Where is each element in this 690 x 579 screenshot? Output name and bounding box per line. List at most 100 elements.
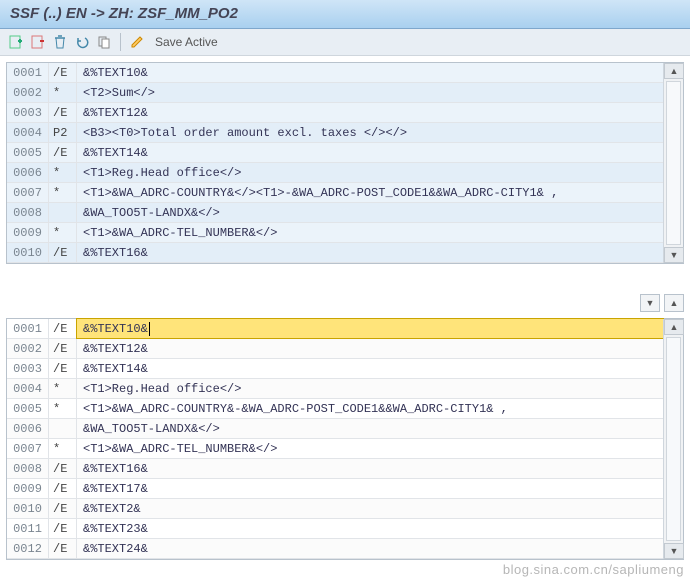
vertical-scrollbar[interactable]: ▲ ▼ [663, 63, 683, 263]
table-row[interactable]: 0008/E&%TEXT16& [7, 459, 663, 479]
scroll-up-icon[interactable]: ▲ [664, 63, 684, 79]
copy-icon[interactable] [96, 34, 112, 50]
table-row[interactable]: 0005*<T1>&WA_ADRC-COUNTRY&-&WA_ADRC-POST… [7, 399, 663, 419]
line-tag[interactable]: * [49, 379, 77, 398]
line-text[interactable]: <T1>&WA_ADRC-COUNTRY&</><T1>-&WA_ADRC-PO… [77, 183, 663, 202]
line-number: 0002 [7, 83, 49, 102]
line-tag[interactable]: * [49, 83, 77, 102]
line-number: 0003 [7, 359, 49, 378]
edit-icon[interactable] [129, 34, 145, 50]
line-tag[interactable]: /E [49, 359, 77, 378]
line-text[interactable]: &%TEXT14& [77, 143, 663, 162]
scroll-up-icon[interactable]: ▲ [664, 319, 684, 335]
line-text[interactable]: &WA_TOO5T-LANDX&</> [77, 203, 663, 222]
line-tag[interactable]: * [49, 399, 77, 418]
delete-icon[interactable] [52, 34, 68, 50]
line-number: 0002 [7, 339, 49, 358]
table-row[interactable]: 0010/E&%TEXT2& [7, 499, 663, 519]
table-row[interactable]: 0007*<T1>&WA_ADRC-TEL_NUMBER&</> [7, 439, 663, 459]
line-tag[interactable] [49, 419, 77, 438]
line-number: 0012 [7, 539, 49, 558]
line-text[interactable]: &%TEXT10& [77, 63, 663, 82]
table-row[interactable]: 0002*<T2>Sum</> [7, 83, 663, 103]
scroll-up-icon[interactable]: ▲ [664, 294, 684, 312]
line-text[interactable]: &%TEXT23& [77, 519, 663, 538]
line-text[interactable]: <B3><T0>Total order amount excl. taxes <… [77, 123, 663, 142]
line-text[interactable]: &%TEXT14& [77, 359, 663, 378]
line-number: 0009 [7, 223, 49, 242]
line-tag[interactable]: /E [49, 539, 77, 558]
line-tag[interactable]: /E [49, 243, 77, 262]
line-tag[interactable]: /E [49, 519, 77, 538]
line-tag[interactable]: /E [49, 143, 77, 162]
line-text[interactable]: &%TEXT10& [77, 319, 663, 338]
line-tag[interactable]: /E [49, 339, 77, 358]
line-tag[interactable]: * [49, 163, 77, 182]
scroll-down-icon[interactable]: ▼ [664, 247, 684, 263]
line-number: 0007 [7, 183, 49, 202]
table-row[interactable]: 0006*<T1>Reg.Head office</> [7, 163, 663, 183]
line-number: 0010 [7, 243, 49, 262]
table-row[interactable]: 0005/E&%TEXT14& [7, 143, 663, 163]
line-tag[interactable]: * [49, 223, 77, 242]
line-number: 0003 [7, 103, 49, 122]
toolbar: Save Active [0, 29, 690, 56]
line-text[interactable]: &%TEXT12& [77, 339, 663, 358]
undo-icon[interactable] [74, 34, 90, 50]
line-tag[interactable]: /E [49, 499, 77, 518]
line-text[interactable]: &%TEXT16& [77, 459, 663, 478]
scroll-down-icon[interactable]: ▼ [664, 543, 684, 559]
line-number: 0010 [7, 499, 49, 518]
line-text[interactable]: <T1>&WA_ADRC-COUNTRY&-&WA_ADRC-POST_CODE… [77, 399, 663, 418]
dropdown-icon[interactable]: ▼ [640, 294, 660, 312]
scroll-thumb[interactable] [666, 81, 681, 245]
line-number: 0004 [7, 123, 49, 142]
table-row[interactable]: 0009*<T1>&WA_ADRC-TEL_NUMBER&</> [7, 223, 663, 243]
add-icon[interactable] [8, 34, 24, 50]
line-text[interactable]: &%TEXT24& [77, 539, 663, 558]
table-row[interactable]: 0004P2<B3><T0>Total order amount excl. t… [7, 123, 663, 143]
line-tag[interactable]: * [49, 439, 77, 458]
table-row[interactable]: 0004*<T1>Reg.Head office</> [7, 379, 663, 399]
line-text[interactable]: &WA_TOO5T-LANDX&</> [77, 419, 663, 438]
line-tag[interactable]: /E [49, 319, 77, 338]
table-row[interactable]: 0001/E&%TEXT10& [7, 319, 663, 339]
scroll-thumb[interactable] [666, 337, 681, 541]
table-row[interactable]: 0010/E&%TEXT16& [7, 243, 663, 263]
line-number: 0009 [7, 479, 49, 498]
line-text[interactable]: <T1>Reg.Head office</> [77, 163, 663, 182]
line-text[interactable]: <T1>&WA_ADRC-TEL_NUMBER&</> [77, 223, 663, 242]
line-text[interactable]: &%TEXT16& [77, 243, 663, 262]
table-row[interactable]: 0012/E&%TEXT24& [7, 539, 663, 559]
subtract-icon[interactable] [30, 34, 46, 50]
line-text[interactable]: <T1>Reg.Head office</> [77, 379, 663, 398]
line-text[interactable]: <T1>&WA_ADRC-TEL_NUMBER&</> [77, 439, 663, 458]
line-tag[interactable]: P2 [49, 123, 77, 142]
line-number: 0011 [7, 519, 49, 538]
table-row[interactable]: 0008&WA_TOO5T-LANDX&</> [7, 203, 663, 223]
line-text[interactable]: &%TEXT12& [77, 103, 663, 122]
line-tag[interactable]: /E [49, 479, 77, 498]
line-number: 0008 [7, 203, 49, 222]
line-number: 0006 [7, 163, 49, 182]
table-row[interactable]: 0003/E&%TEXT14& [7, 359, 663, 379]
table-row[interactable]: 0007*<T1>&WA_ADRC-COUNTRY&</><T1>-&WA_AD… [7, 183, 663, 203]
table-row[interactable]: 0006&WA_TOO5T-LANDX&</> [7, 419, 663, 439]
line-tag[interactable]: /E [49, 103, 77, 122]
toolbar-separator [120, 33, 121, 51]
vertical-scrollbar[interactable]: ▲ ▼ [663, 319, 683, 559]
line-text[interactable]: &%TEXT17& [77, 479, 663, 498]
save-active-button[interactable]: Save Active [155, 35, 218, 49]
line-tag[interactable]: * [49, 183, 77, 202]
line-text[interactable]: <T2>Sum</> [77, 83, 663, 102]
table-row[interactable]: 0001/E&%TEXT10& [7, 63, 663, 83]
line-number: 0006 [7, 419, 49, 438]
line-tag[interactable]: /E [49, 459, 77, 478]
table-row[interactable]: 0002/E&%TEXT12& [7, 339, 663, 359]
table-row[interactable]: 0011/E&%TEXT23& [7, 519, 663, 539]
line-text[interactable]: &%TEXT2& [77, 499, 663, 518]
table-row[interactable]: 0009/E&%TEXT17& [7, 479, 663, 499]
table-row[interactable]: 0003/E&%TEXT12& [7, 103, 663, 123]
line-tag[interactable]: /E [49, 63, 77, 82]
line-tag[interactable] [49, 203, 77, 222]
